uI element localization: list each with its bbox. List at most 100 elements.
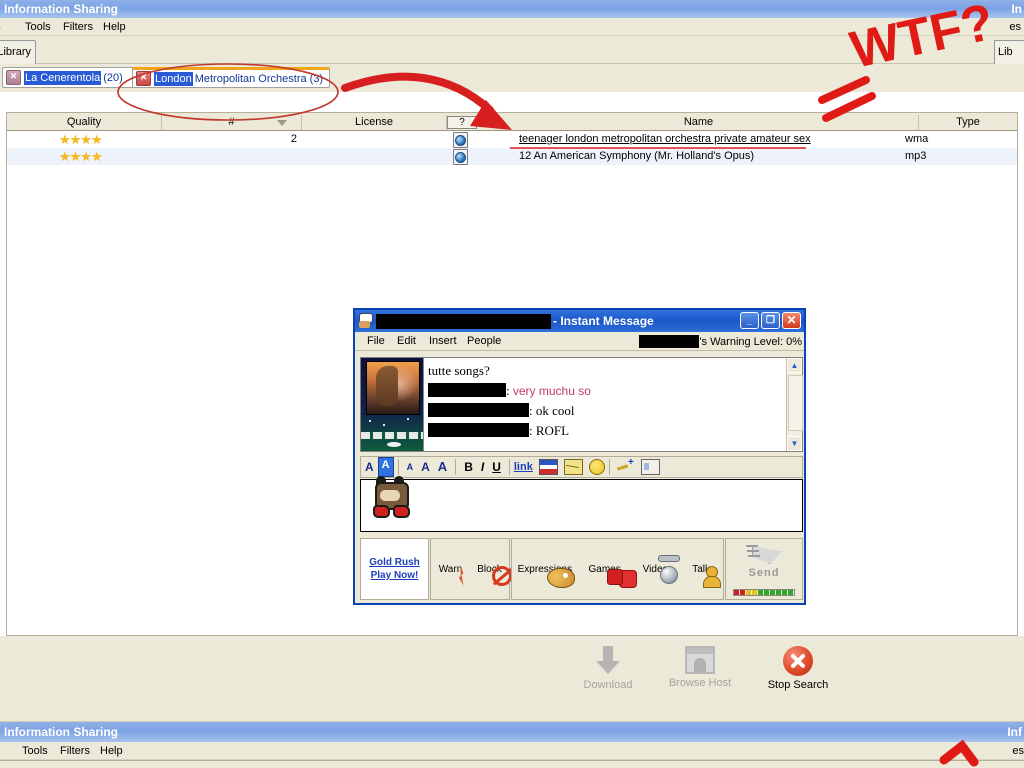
stop-search-label: Stop Search: [767, 679, 829, 691]
im-message-sep: :: [529, 403, 536, 418]
im-feature-buttons: Expressions Games Video Talk: [511, 538, 724, 600]
search-tab-london-metropolitan-orchestra[interactable]: ✕ London Metropolitan Orchestra (3): [132, 67, 330, 88]
menu-item-tools[interactable]: Tools: [22, 20, 54, 34]
warn-button[interactable]: Warn: [431, 564, 470, 575]
warn-label: Warn: [438, 563, 463, 575]
duplicate-menu-item-filters[interactable]: Filters: [60, 744, 90, 758]
duplicate-menu-item-tools[interactable]: Tools: [22, 744, 48, 758]
result-name[interactable]: 12 An American Symphony (Mr. Holland's O…: [519, 150, 754, 162]
action-bar: [0, 636, 1024, 714]
duplicate-window-strip: Information Sharing Inf es Tools Filters…: [0, 714, 1024, 768]
im-chat-icon: [358, 313, 374, 329]
hyperlink-icon[interactable]: link: [514, 461, 533, 473]
download-button[interactable]: Download: [568, 646, 648, 691]
app-title: Information Sharing: [4, 2, 118, 16]
result-type: wma: [905, 133, 929, 145]
app-menu-bar: es Tools Filters Help es: [0, 18, 1024, 36]
gold-rush-line2[interactable]: Play Now!: [371, 569, 419, 582]
close-icon[interactable]: ✕: [6, 70, 21, 85]
send-label: Send: [748, 567, 780, 579]
search-tab-query: London: [154, 71, 193, 86]
column-header-quality[interactable]: Quality: [7, 115, 162, 130]
games-button[interactable]: Games: [580, 564, 630, 575]
result-type: mp3: [905, 150, 927, 162]
column-header-name[interactable]: Name: [479, 115, 919, 130]
instant-message-window[interactable]: - Instant Message _ ❐ ✕ File Edit Insert…: [353, 308, 806, 605]
quality-stars: ★★★★: [59, 149, 103, 164]
maximize-button[interactable]: ❐: [761, 312, 780, 329]
signature-icon[interactable]: [615, 457, 634, 474]
results-column-header: Quality # License ? Name Type: [6, 112, 1018, 131]
tab-library-right-clip[interactable]: Lib: [994, 40, 1024, 64]
im-message-line: tutte songs?: [428, 361, 782, 381]
talk-button[interactable]: Talk: [681, 564, 721, 575]
bold-icon[interactable]: B: [460, 458, 477, 476]
tab-library[interactable]: Library: [0, 40, 36, 64]
increase-font-size-icon[interactable]: A: [434, 458, 451, 476]
expressions-button[interactable]: Expressions: [514, 564, 576, 575]
block-button[interactable]: Block: [470, 564, 509, 575]
im-moderation-buttons: Warn Block: [430, 538, 510, 600]
browse-host-button[interactable]: Browse Host: [655, 646, 745, 689]
im-message-text: ROFL: [535, 423, 570, 438]
audio-file-icon: [453, 149, 468, 165]
flag-image-icon[interactable]: [538, 459, 558, 475]
im-menu-file[interactable]: File: [367, 335, 385, 348]
minimize-button[interactable]: _: [740, 312, 759, 329]
im-format-toolbar: A A A A A B I U link: [360, 456, 803, 478]
search-tab-row: ✕ La Cenerentola (20) ✕ London Metropoli…: [0, 64, 1024, 92]
im-send-group: Send: [725, 538, 803, 600]
im-warning-level-label: 's Warning Level: 0%: [699, 335, 802, 348]
scrollbar-thumb[interactable]: [788, 375, 803, 431]
im-menu-insert[interactable]: Insert: [429, 335, 457, 348]
quality-stars: ★★★★: [59, 132, 103, 147]
im-menu-bar: File Edit Insert People 's Warning Level…: [355, 332, 804, 351]
im-title-text: - Instant Message: [553, 314, 654, 328]
scroll-down-icon[interactable]: ▼: [787, 436, 802, 451]
column-header-filetype-icon[interactable]: ?: [447, 116, 477, 129]
table-row[interactable]: ★★★★ 12 An American Symphony (Mr. Hollan…: [7, 148, 1017, 165]
download-label: Download: [583, 679, 633, 691]
column-header-license[interactable]: License: [302, 115, 447, 130]
app-title-bar: Information Sharing In: [0, 0, 1024, 18]
im-menu-edit[interactable]: Edit: [397, 335, 416, 348]
buddy-card-icon[interactable]: [640, 459, 660, 475]
duplicate-title-bar: Information Sharing Inf: [0, 722, 1024, 742]
download-arrow-icon: [595, 646, 621, 676]
scroll-up-icon[interactable]: ▲: [787, 358, 802, 373]
smiley-icon[interactable]: [588, 459, 605, 475]
menu-item-files[interactable]: es: [0, 20, 4, 34]
gold-rush-ad[interactable]: Gold Rush Play Now!: [360, 538, 429, 600]
search-tab-la-cenerentola[interactable]: ✕ La Cenerentola (20): [2, 67, 134, 88]
duplicate-app-title: Information Sharing: [4, 725, 118, 739]
im-conversation-scrollbar[interactable]: ▲ ▼: [786, 358, 803, 451]
italic-icon[interactable]: I: [477, 458, 488, 476]
stop-search-button[interactable]: Stop Search: [753, 646, 843, 691]
column-header-type[interactable]: Type: [919, 115, 1017, 130]
browse-host-icon: [685, 646, 715, 674]
mail-icon[interactable]: [563, 459, 583, 475]
audio-file-icon: [453, 132, 468, 148]
im-conversation-panel: tutte songs? : very muchu so : ok cool :…: [360, 357, 803, 452]
video-button[interactable]: Video: [633, 564, 677, 575]
result-name[interactable]: teenager london metropolitan orchestra p…: [519, 133, 811, 145]
im-buddy-sprite-icon[interactable]: [363, 472, 417, 526]
font-size-icon[interactable]: A: [417, 458, 434, 476]
im-warning-name-redacted: [639, 335, 700, 348]
im-menu-people[interactable]: People: [467, 335, 501, 348]
duplicate-menu-item-help[interactable]: Help: [100, 744, 123, 758]
gold-rush-line1[interactable]: Gold Rush: [369, 556, 420, 569]
table-row[interactable]: ★★★★ 2 teenager london metropolitan orch…: [7, 131, 1017, 148]
im-warning-level: 's Warning Level: 0%: [639, 335, 802, 348]
close-icon[interactable]: ✕: [136, 71, 151, 86]
search-tab-count: Metropolitan Orchestra (3): [194, 72, 324, 85]
result-count: 2: [290, 133, 297, 145]
close-button[interactable]: ✕: [782, 312, 801, 329]
menu-item-help[interactable]: Help: [100, 20, 129, 34]
im-message-input[interactable]: [360, 479, 803, 532]
underline-icon[interactable]: U: [488, 458, 505, 476]
toolbar-divider: [508, 459, 510, 475]
menu-item-filters[interactable]: Filters: [60, 20, 96, 34]
send-button[interactable]: Send: [729, 540, 799, 598]
im-message-line: : ROFL: [428, 421, 782, 441]
